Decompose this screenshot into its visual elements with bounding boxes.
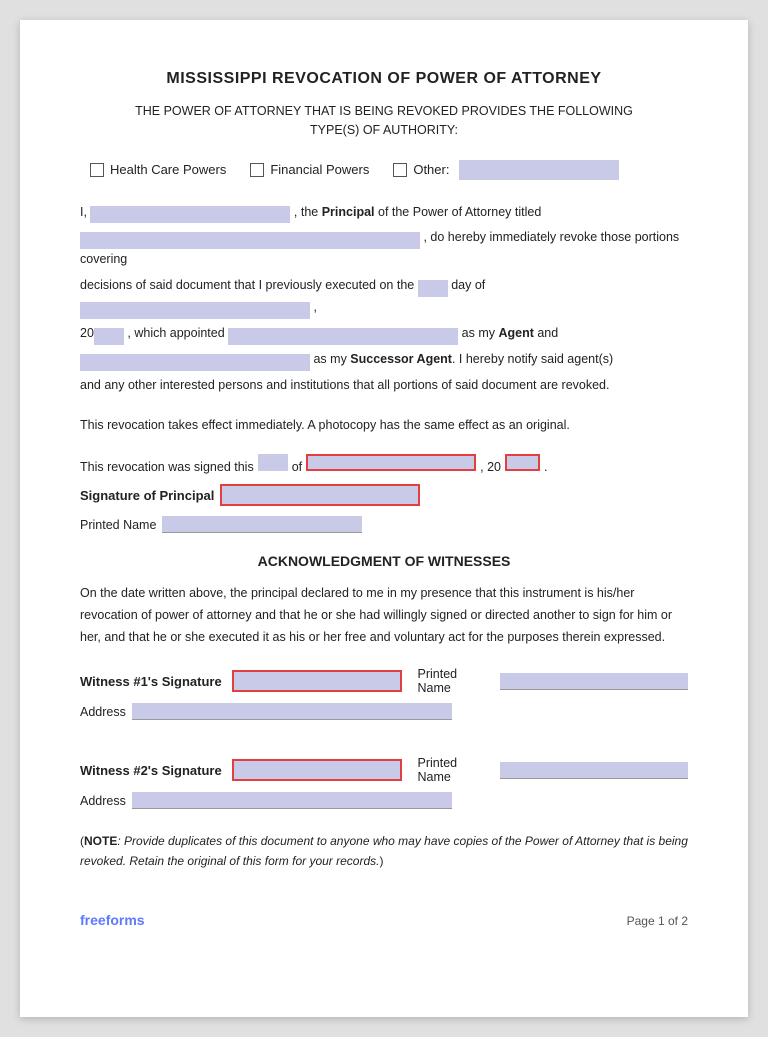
witness2-address-field[interactable] [132, 792, 452, 809]
poa-title-field[interactable] [80, 232, 420, 249]
note-block: (NOTE: Provide duplicates of this docume… [80, 831, 688, 872]
appointed-text: , which appointed [127, 326, 228, 340]
principal-signature-row: Signature of Principal [80, 484, 688, 506]
witness1-sig-field[interactable] [232, 670, 402, 692]
other-checkbox[interactable] [393, 163, 407, 177]
acknowledgment-title: ACKNOWLEDGMENT OF WITNESSES [80, 553, 688, 569]
witness1-block: Witness #1's Signature Printed Name Addr… [80, 667, 688, 720]
note-bold: NOTE [84, 834, 117, 848]
witness2-sig-field[interactable] [232, 759, 402, 781]
witness1-printed-field[interactable] [500, 673, 688, 690]
witness2-block: Witness #2's Signature Printed Name Addr… [80, 756, 688, 809]
executed-month-year-field[interactable] [80, 302, 310, 319]
revocation-body: I, , the Principal of the Power of Attor… [80, 202, 688, 397]
document-subtitle: THE POWER OF ATTORNEY THAT IS BEING REVO… [80, 102, 688, 140]
signed-year-field[interactable] [505, 454, 540, 471]
financial-label: Financial Powers [270, 162, 369, 177]
witness1-printed-label: Printed Name [418, 667, 490, 695]
document-title: MISSISSIPPI REVOCATION OF POWER OF ATTOR… [80, 70, 688, 88]
freeforms-logo: freeforms [80, 912, 145, 928]
other-label: Other: [413, 162, 449, 177]
health-care-option[interactable]: Health Care Powers [90, 162, 226, 177]
note-italic: : Provide duplicates of this document to… [80, 834, 688, 868]
witness1-address-field[interactable] [132, 703, 452, 720]
witness2-sig-row: Witness #2's Signature Printed Name [80, 756, 688, 784]
signed-date-line: This revocation was signed this of , 20 … [80, 454, 688, 474]
successor-text: as my Successor Agent. I hereby notify s… [313, 352, 613, 366]
printed-name-label: Printed Name [80, 518, 156, 532]
of-text: of [292, 460, 302, 474]
witness2-printed-field[interactable] [500, 762, 688, 779]
signed-day-field[interactable] [258, 454, 288, 471]
signed-month-field[interactable] [306, 454, 476, 471]
authority-types-row: Health Care Powers Financial Powers Othe… [80, 160, 688, 180]
period-text: . [544, 460, 547, 474]
brand-accent: forms [106, 912, 145, 928]
witness2-address-label: Address [80, 794, 126, 808]
principal-sig-field[interactable] [220, 484, 420, 506]
witness1-address-label: Address [80, 705, 126, 719]
agent-name-field[interactable] [228, 328, 458, 345]
financial-checkbox[interactable] [250, 163, 264, 177]
witness2-printed-label: Printed Name [418, 756, 490, 784]
other-option[interactable]: Other: [393, 160, 619, 180]
brand-pre: free [80, 912, 106, 928]
health-care-label: Health Care Powers [110, 162, 226, 177]
executed-day-field[interactable] [418, 280, 448, 297]
principal-printed-name-row: Printed Name [80, 516, 688, 533]
decisions-text: decisions of said document that I previo… [80, 278, 414, 292]
witness1-sig-row: Witness #1's Signature Printed Name [80, 667, 688, 695]
witness1-sig-label: Witness #1's Signature [80, 674, 222, 689]
sig-principal-label: Signature of Principal [80, 488, 214, 503]
revocation-notice: This revocation takes effect immediately… [80, 415, 688, 437]
document-page: MISSISSIPPI REVOCATION OF POWER OF ATTOR… [20, 20, 748, 1017]
principal-name-field[interactable] [90, 206, 290, 223]
i-label: I, [80, 205, 87, 219]
health-care-checkbox[interactable] [90, 163, 104, 177]
day-of-text: day of [451, 278, 485, 292]
other-text-input[interactable] [459, 160, 619, 180]
witness2-address-row: Address [80, 792, 688, 809]
year-field[interactable] [94, 328, 124, 345]
comma-20-text: , 20 [480, 460, 501, 474]
witness1-address-row: Address [80, 703, 688, 720]
20-text: 20 [80, 326, 94, 340]
successor-agent-field[interactable] [80, 354, 310, 371]
principal-printed-field[interactable] [162, 516, 362, 533]
comma-text: , [313, 300, 316, 314]
the-principal-text: , the Principal of the Power of Attorney… [294, 205, 541, 219]
financial-option[interactable]: Financial Powers [250, 162, 369, 177]
footer: freeforms Page 1 of 2 [80, 912, 688, 928]
acknowledgment-body: On the date written above, the principal… [80, 583, 688, 649]
signed-pre: This revocation was signed this [80, 460, 254, 474]
notify-text: and any other interested persons and ins… [80, 378, 610, 392]
page-number: Page 1 of 2 [627, 914, 688, 928]
witness2-sig-label: Witness #2's Signature [80, 763, 222, 778]
as-agent-text: as my Agent and [462, 326, 559, 340]
